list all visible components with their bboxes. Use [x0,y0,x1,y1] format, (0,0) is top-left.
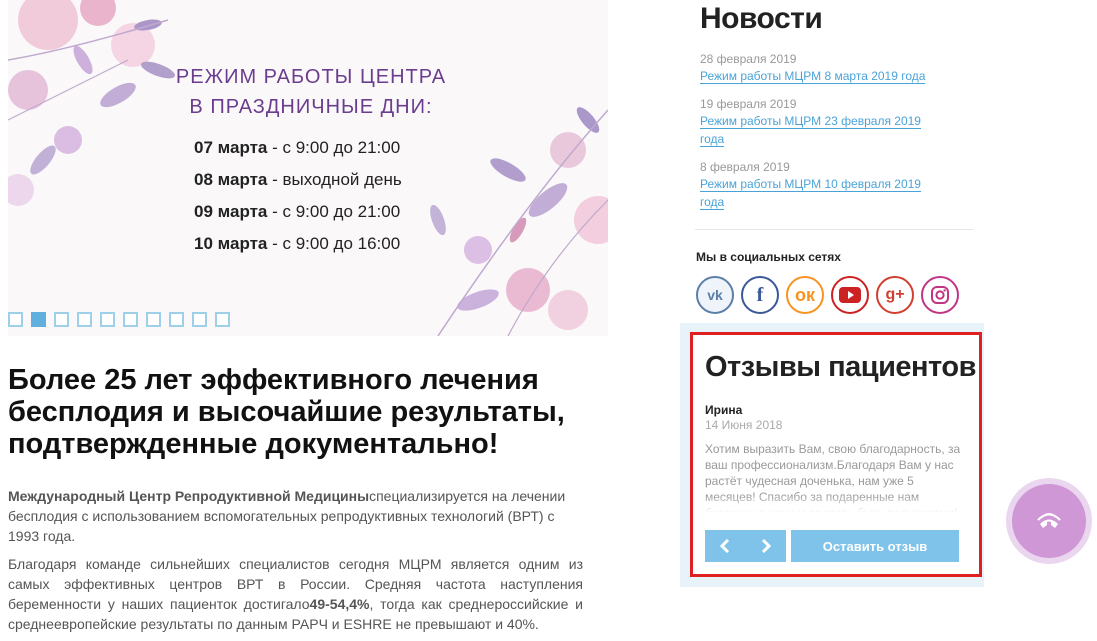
schedule-row: 08 марта - выходной день [194,164,448,196]
center-name: Международный Центр Репродуктивной Медиц… [8,488,370,504]
schedule-date: 09 марта [194,202,268,221]
callback-widget-button[interactable] [1012,484,1086,558]
news-item: 8 февраля 2019 Режим работы МЦРМ 10 февр… [700,160,940,211]
schedule-hours: - с 9:00 до 16:00 [267,234,401,253]
chevron-right-icon [761,539,771,553]
youtube-icon[interactable] [831,276,869,314]
schedule-hours: - выходной день [267,170,402,189]
banner-heading-line2: В ПРАЗДНИЧНЫЕ ДНИ: [189,96,433,118]
news-link[interactable]: Режим работы МЦРМ 10 февраля 2019 года [700,177,921,210]
slider-dot[interactable] [215,312,230,327]
news-date: 28 февраля 2019 [700,52,797,66]
odnoklassniki-icon[interactable]: ок [786,276,824,314]
news-link[interactable]: Режим работы МЦРМ 23 февраля 2019 года [700,114,921,147]
news-date: 8 февраля 2019 [700,160,790,174]
social-title: Мы в социальных сетях [696,250,841,264]
chevron-left-icon [720,539,730,553]
schedule-row: 07 марта - с 9:00 до 21:00 [194,132,448,164]
schedule-date: 08 марта [194,170,268,189]
review-author: Ирина [705,403,743,417]
slider-dot[interactable] [54,312,69,327]
reviews-panel: Отзывы пациентов Ирина 14 Июня 2018 Хоти… [690,332,982,577]
instagram-icon[interactable] [921,276,959,314]
divider [695,229,973,230]
schedule-date: 10 марта [194,234,268,253]
next-review-button[interactable] [746,530,787,562]
banner-heading-line1: РЕЖИМ РАБОТЫ ЦЕНТРА [175,66,447,88]
slider-dot[interactable] [100,312,115,327]
news-link[interactable]: Режим работы МЦРМ 8 марта 2019 года [700,69,926,84]
news-item: 28 февраля 2019 Режим работы МЦРМ 8 март… [700,52,940,85]
slider-dot[interactable] [77,312,92,327]
news-list: 28 февраля 2019 Режим работы МЦРМ 8 март… [700,52,940,223]
pregnancy-rate: 49-54,4% [309,596,370,612]
slider-dot[interactable] [8,312,23,327]
schedule-date: 07 марта [194,138,268,157]
slider-dot[interactable] [31,312,46,327]
facebook-icon[interactable]: f [741,276,779,314]
review-nav [705,530,786,562]
news-item: 19 февраля 2019 Режим работы МЦРМ 23 фев… [700,97,940,148]
slider-pagination [8,312,230,327]
news-date: 19 февраля 2019 [700,97,797,111]
stats-paragraph: Благодаря команде сильнейших специалисто… [8,554,583,634]
prev-review-button[interactable] [705,530,746,562]
schedule-hours: - с 9:00 до 21:00 [267,138,401,157]
main-heading: Более 25 лет эффективного лечения беспло… [8,364,565,460]
holiday-banner-slide[interactable]: РЕЖИМ РАБОТЫ ЦЕНТРА В ПРАЗДНИЧНЫЕ ДНИ: 0… [8,0,608,336]
slider-dot[interactable] [192,312,207,327]
google-plus-icon[interactable]: g+ [876,276,914,314]
slider-dot[interactable] [169,312,184,327]
review-date: 14 Июня 2018 [705,418,783,432]
holiday-schedule: 07 марта - с 9:00 до 21:00 08 марта - вы… [174,132,448,260]
text-fade [705,495,963,513]
vk-icon[interactable]: vk [696,276,734,314]
slider-dot[interactable] [146,312,161,327]
schedule-hours: - с 9:00 до 21:00 [267,202,401,221]
phone-icon [1037,513,1061,528]
reviews-title: Отзывы пациентов [705,351,976,383]
schedule-row: 09 марта - с 9:00 до 21:00 [194,196,448,228]
slider-dot[interactable] [123,312,138,327]
news-title: Новости [700,2,823,35]
social-links: vk f ок g+ [696,276,959,314]
schedule-row: 10 марта - с 9:00 до 16:00 [194,228,448,260]
intro-paragraph: Международный Центр Репродуктивной Медиц… [8,486,568,546]
leave-review-button[interactable]: Оставить отзыв [791,530,959,562]
